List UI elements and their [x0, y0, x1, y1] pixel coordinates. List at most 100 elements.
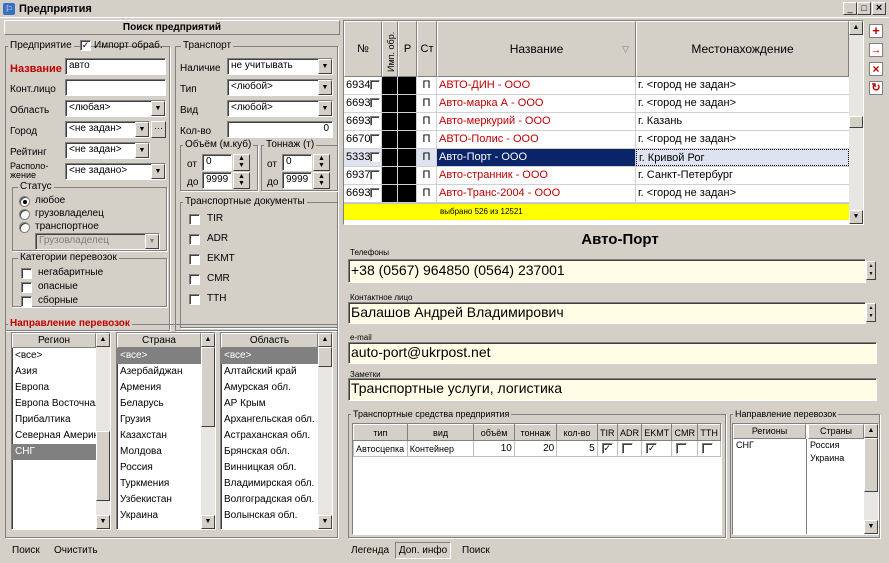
chevron-down-icon[interactable]: ▼ — [318, 59, 332, 74]
scroll-down-arrow[interactable]: ▼ — [318, 515, 332, 529]
row-import-checkbox[interactable] — [370, 116, 380, 126]
vehicles-col-header[interactable]: CMR — [671, 424, 699, 441]
vol-from-spin[interactable]: ▲ ▼ — [233, 154, 250, 171]
area-list[interactable]: Область <все> Алтайский край Амурская обл.… — [220, 332, 333, 530]
list-item[interactable]: Волгоградская обл. — [221, 492, 332, 508]
city-select[interactable]: <не задан> ▼ — [65, 121, 150, 138]
region-list[interactable]: Регион <все> Азия Европа Европа Восточная Пр… — [11, 332, 111, 530]
scroll-down-arrow[interactable]: ▼ — [864, 520, 878, 534]
country-list[interactable]: Страна <все> Азербайджан Армения Беларусь Гр… — [116, 332, 216, 530]
contact-spin[interactable]: ▲ ▼ — [866, 303, 876, 322]
ton-from-input[interactable]: 0 — [282, 154, 312, 171]
chevron-down-icon[interactable]: ▼ — [151, 164, 165, 179]
list-item[interactable]: Волынская обл. — [221, 508, 332, 524]
dir-country-1[interactable]: Россия — [810, 439, 840, 451]
veh-doc-cell[interactable]: ✓ — [596, 440, 618, 457]
scroll-thumb[interactable] — [96, 431, 110, 501]
city-more-button[interactable]: ··· — [151, 121, 166, 138]
email-field[interactable]: auto-port@ukrpost.net — [348, 342, 877, 364]
vehicles-col-header[interactable]: ADR — [616, 424, 643, 441]
vehicles-col-header[interactable]: кол-во — [556, 424, 598, 441]
groupage-checkbox[interactable] — [21, 296, 32, 307]
scroll-thumb[interactable] — [849, 116, 863, 128]
row-import-checkbox[interactable] — [370, 188, 380, 198]
region-list-scrollbar[interactable]: ▲ ▼ — [96, 333, 110, 529]
oversize-checkbox[interactable] — [21, 268, 32, 279]
rating-select[interactable]: <не задан> ▼ — [65, 142, 150, 159]
status-combo[interactable]: Грузовладелец ▼ — [35, 233, 160, 250]
name-input[interactable]: авто — [65, 58, 166, 75]
phones-field[interactable]: +38 (0567) 964850 (0564) 237001 — [348, 259, 866, 283]
list-item[interactable]: <все> — [221, 348, 332, 364]
scroll-up-arrow[interactable]: ▲ — [201, 333, 215, 347]
chevron-down-icon[interactable]: ▼ — [318, 101, 332, 116]
scroll-thumb[interactable] — [864, 438, 878, 492]
scroll-up-arrow[interactable]: ▲ — [849, 21, 863, 35]
veh-doc-checkbox[interactable]: ✓ — [646, 443, 658, 454]
status-shipper-radio[interactable] — [19, 209, 30, 220]
dir-box[interactable]: Регионы Страны СНГ Россия Украина ▲ ▼ — [732, 423, 879, 535]
dangerous-checkbox[interactable] — [21, 282, 32, 293]
vol-from-input[interactable]: 0 — [202, 154, 232, 171]
doc-tir-checkbox[interactable] — [189, 214, 200, 225]
list-item[interactable]: Астраханская обл. — [221, 428, 332, 444]
dir-scrollbar[interactable]: ▲ ▼ — [864, 424, 878, 534]
import-checkbox[interactable]: ✓ — [80, 40, 91, 51]
scroll-up-arrow[interactable]: ▲ — [318, 333, 332, 347]
delete-icon[interactable]: × — [869, 62, 883, 76]
results-grid[interactable]: № Имп. обр. Р Ст Название ▽ Местонахожден… — [343, 20, 864, 225]
list-item[interactable]: Алтайский край — [221, 364, 332, 380]
table-row[interactable]: 66936 П Авто-марка А - ООО г. <город не зад… — [344, 95, 849, 113]
region-select[interactable]: <любая> ▼ — [65, 100, 166, 117]
doc-tth-checkbox[interactable] — [189, 294, 200, 305]
veh-doc-checkbox[interactable] — [702, 443, 714, 454]
doc-cmr-checkbox[interactable] — [189, 274, 200, 285]
col-name[interactable]: Название ▽ — [437, 21, 636, 77]
refresh-icon[interactable]: ↻ — [869, 81, 883, 95]
table-row[interactable]: Автосцепка Контейнер 10 20 5 ✓ ✓ — [353, 440, 721, 457]
col-no[interactable]: № — [344, 21, 382, 77]
tab-search[interactable]: Поиск — [462, 545, 490, 557]
col-st[interactable]: Ст — [417, 21, 437, 77]
scroll-down-arrow[interactable]: ▼ — [96, 515, 110, 529]
location-select[interactable]: <не задано> ▼ — [65, 163, 166, 180]
vehicles-col-header[interactable]: объём — [473, 424, 515, 441]
search-link[interactable]: Поиск — [12, 545, 40, 557]
add-icon[interactable]: + — [869, 24, 883, 38]
row-import-checkbox[interactable] — [370, 80, 380, 90]
grid-scrollbar[interactable]: ▲ ▼ — [849, 21, 863, 224]
col-import[interactable]: Имп. обр. — [382, 21, 398, 77]
list-item[interactable]: Брянская обл. — [221, 444, 332, 460]
contact-input[interactable] — [65, 79, 166, 96]
col-p[interactable]: Р — [398, 21, 417, 77]
list-item[interactable]: Амурская обл. — [221, 380, 332, 396]
ton-to-spin[interactable]: ▲ ▼ — [313, 172, 330, 189]
veh-doc-checkbox[interactable] — [676, 443, 688, 454]
vehicles-col-header[interactable]: EKMT — [641, 424, 673, 441]
scroll-thumb[interactable] — [318, 347, 332, 367]
list-item[interactable]: Владимирская обл. — [221, 476, 332, 492]
minimize-button[interactable]: _ — [843, 2, 857, 15]
vehicles-col-header[interactable]: TTH — [697, 424, 721, 441]
veh-doc-cell[interactable] — [616, 440, 643, 457]
vol-to-spin[interactable]: ▲ ▼ — [233, 172, 250, 189]
clear-link[interactable]: Очистить — [54, 545, 98, 557]
list-item[interactable]: АР Крым — [221, 396, 332, 412]
type-select[interactable]: <любой> ▼ — [227, 79, 333, 96]
veh-doc-cell[interactable] — [671, 440, 699, 457]
vehicles-table-box[interactable]: тип вид объём тоннаж кол-во TIR ADR EKMT CMR TTH А… — [352, 423, 722, 535]
area-list-scrollbar[interactable]: ▲ ▼ — [318, 333, 332, 529]
chevron-down-icon[interactable]: ▼ — [135, 122, 149, 137]
scroll-up-arrow[interactable]: ▲ — [864, 424, 878, 438]
chevron-down-icon[interactable]: ▼ — [145, 234, 159, 249]
dir-region-item[interactable]: СНГ — [736, 439, 754, 451]
row-import-checkbox[interactable] — [370, 134, 380, 144]
country-list-scrollbar[interactable]: ▲ ▼ — [201, 333, 215, 529]
table-row[interactable]: 69348 П АВТО-ДИН - ООО г. <город не задан> — [344, 77, 849, 95]
table-row[interactable]: 66934 П Авто-Транс-2004 - ООО г. <город не … — [344, 185, 849, 203]
avail-select[interactable]: не учитывать ▼ — [227, 58, 333, 75]
col-location[interactable]: Местонахождение — [636, 21, 849, 77]
ton-to-input[interactable]: 9999 — [282, 172, 312, 189]
ton-from-spin[interactable]: ▲ ▼ — [313, 154, 330, 171]
table-row[interactable]: 69379 П Авто-странник - ООО г. Санкт-Петерб… — [344, 167, 849, 185]
